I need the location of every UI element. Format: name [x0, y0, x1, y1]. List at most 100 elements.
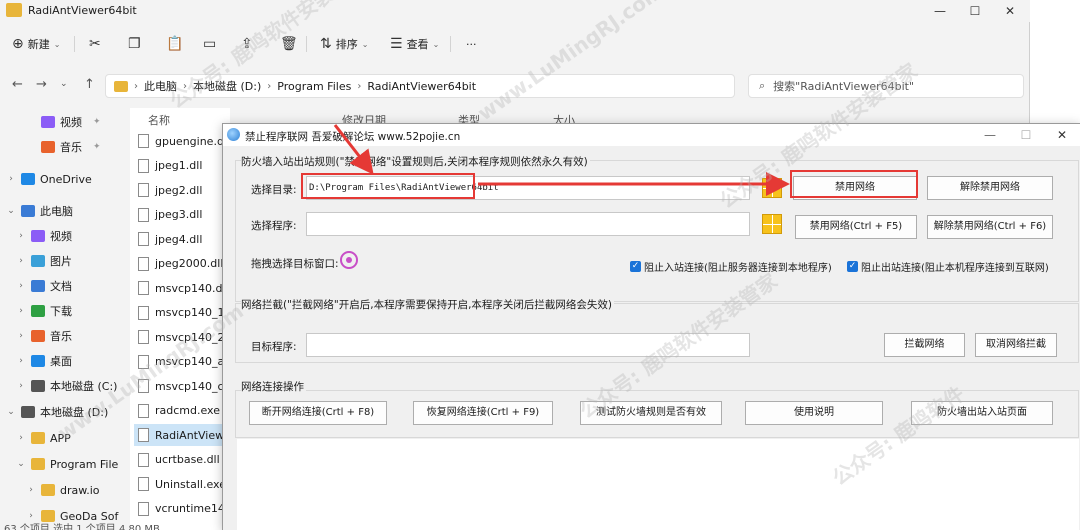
- up-arrow-icon[interactable]: ↑: [84, 77, 95, 92]
- chevron-right-icon[interactable]: ›: [16, 331, 26, 341]
- chevron-right-icon[interactable]: ›: [16, 306, 26, 316]
- sidebar-item[interactable]: 音乐 ✦: [26, 137, 101, 157]
- sidebar-item[interactable]: › draw.io: [26, 480, 99, 500]
- sidebar-item[interactable]: › 下载: [16, 301, 72, 321]
- paste-button[interactable]: 📋: [166, 34, 183, 54]
- sidebar-item-icon: [41, 141, 55, 153]
- target-program-input[interactable]: [306, 333, 750, 357]
- view-button[interactable]: ☰ 查看 ⌄: [390, 34, 439, 54]
- forward-arrow-icon[interactable]: →: [36, 77, 47, 92]
- chevron-right-icon[interactable]: ›: [16, 356, 26, 366]
- intercept-network-button[interactable]: 拦截网络: [884, 333, 965, 357]
- chevron-right-icon[interactable]: ›: [16, 281, 26, 291]
- back-arrow-icon[interactable]: ←: [12, 77, 23, 92]
- enable-network-button[interactable]: 解除禁用网络: [927, 176, 1053, 200]
- sidebar-item[interactable]: › 音乐: [16, 326, 72, 346]
- drag-target-label: 拖拽选择目标窗口:: [251, 258, 339, 270]
- delete-button[interactable]: 🗑: [280, 34, 298, 54]
- file-list: 名称 gpuengine.dll jpeg1.dll jpeg2.dll jpeg3.…: [130, 108, 238, 530]
- copy-button[interactable]: ❐: [128, 34, 141, 54]
- navigation-pane: 视频 ✦ 音乐 ✦ › OneDrive ⌄ 此电脑 › 视频 › 图片 › 文档 › 下载 › 音乐 › 桌面 › 本地…: [0, 108, 118, 530]
- chevron-right-icon[interactable]: ›: [26, 485, 36, 495]
- sidebar-item[interactable]: › OneDrive: [6, 169, 92, 189]
- firewall-page-button[interactable]: 防火墙出站入站页面: [911, 401, 1053, 425]
- sidebar-item[interactable]: › 视频: [16, 226, 72, 246]
- sidebar-item[interactable]: › 本地磁盘 (C:): [16, 376, 117, 396]
- chevron-down-icon[interactable]: ⌄: [6, 206, 16, 216]
- trash-icon: 🗑: [280, 36, 298, 52]
- sidebar-item-icon: [41, 484, 55, 496]
- file-name: jpeg3.dll: [155, 208, 203, 221]
- file-icon: [138, 207, 149, 222]
- breadcrumb-item[interactable]: RadiAntViewer64bit: [367, 80, 476, 93]
- cut-button[interactable]: ✂: [89, 34, 101, 54]
- chevron-right-icon[interactable]: ›: [6, 174, 16, 184]
- restore-network-button[interactable]: 恢复网络连接(Crtl + F9): [413, 401, 553, 425]
- dialog-maximize-button[interactable]: ☐: [1011, 126, 1041, 144]
- dir-label: 选择目录:: [251, 184, 297, 196]
- sidebar-item[interactable]: › APP: [16, 428, 71, 448]
- sidebar-item[interactable]: › 图片: [16, 251, 72, 271]
- toolbar-divider: [306, 36, 307, 52]
- sidebar-item[interactable]: 视频 ✦: [26, 112, 101, 132]
- status-bar: 63 个项目 选中 1 个项目 4.80 MB: [4, 524, 160, 530]
- chevron-right-icon[interactable]: ›: [16, 381, 26, 391]
- share-button[interactable]: ⇪: [241, 34, 253, 54]
- breadcrumb-item[interactable]: 本地磁盘 (D:): [193, 78, 261, 94]
- sidebar-item[interactable]: ⌄ 本地磁盘 (D:): [6, 402, 108, 422]
- block-inbound-checkbox[interactable]: ✓ 阻止入站连接(阻止服务器连接到本地程序): [630, 259, 832, 274]
- disable-network-hotkey-button[interactable]: 禁用网络(Ctrl + F5): [795, 215, 917, 239]
- dialog-minimize-button[interactable]: —: [975, 126, 1005, 144]
- block-inbound-label: 阻止入站连接(阻止服务器连接到本地程序): [644, 263, 832, 274]
- browse-folder-icon[interactable]: [762, 178, 782, 198]
- sidebar-item-icon: [31, 230, 45, 242]
- sidebar-item-label: APP: [50, 431, 71, 445]
- minimize-button[interactable]: —: [925, 2, 955, 20]
- sidebar-item[interactable]: ⌄ 此电脑: [6, 201, 73, 221]
- disable-network-button[interactable]: 禁用网络: [793, 176, 917, 200]
- recent-chevron-icon[interactable]: ⌄: [60, 79, 68, 89]
- chevron-down-icon[interactable]: ⌄: [16, 459, 26, 469]
- folder-icon: [6, 3, 22, 17]
- sidebar-item-icon: [31, 255, 45, 267]
- more-button[interactable]: ···: [466, 34, 477, 54]
- address-bar[interactable]: › 此电脑 › 本地磁盘 (D:) › Program Files › Radi…: [105, 74, 735, 98]
- dir-input[interactable]: D:\Program Files\RadiAntViewer64bit: [306, 176, 750, 200]
- file-row[interactable]: RadiAntViewer.: [134, 424, 230, 446]
- log-area: [237, 439, 1079, 530]
- chevron-right-icon[interactable]: ›: [16, 433, 26, 443]
- checkmark-icon: ✓: [630, 261, 641, 272]
- program-input[interactable]: [306, 212, 750, 236]
- search-box[interactable]: ⌕ 搜索"RadiAntViewer64bit": [748, 74, 1024, 98]
- file-icon: [138, 452, 149, 467]
- dialog-close-button[interactable]: ✕: [1047, 126, 1077, 144]
- sort-button[interactable]: ⇅ 排序 ⌄: [320, 34, 368, 54]
- chevron-right-icon[interactable]: ›: [16, 256, 26, 266]
- crosshair-target-icon[interactable]: [340, 251, 358, 269]
- rename-button[interactable]: ▭: [203, 34, 216, 54]
- search-placeholder: 搜索"RadiAntViewer64bit": [773, 80, 915, 93]
- sidebar-item[interactable]: › 文档: [16, 276, 72, 296]
- disconnect-network-button[interactable]: 断开网络连接(Crtl + F8): [249, 401, 387, 425]
- test-firewall-button[interactable]: 测试防火墙规则是否有效: [580, 401, 722, 425]
- help-button[interactable]: 使用说明: [745, 401, 883, 425]
- chevron-down-icon[interactable]: ⌄: [6, 407, 16, 417]
- browse-program-icon[interactable]: [762, 214, 782, 234]
- breadcrumb-item[interactable]: 此电脑: [144, 78, 177, 94]
- window-title: RadiAntViewer64bit: [28, 4, 137, 17]
- column-header-name[interactable]: 名称: [148, 112, 170, 128]
- close-button[interactable]: ✕: [995, 2, 1025, 20]
- sidebar-item[interactable]: › 桌面: [16, 351, 72, 371]
- dialog-title: 禁止程序联网 吾爱破解论坛 www.52pojie.cn: [245, 131, 461, 143]
- file-name: radcmd.exe: [155, 404, 221, 417]
- new-button[interactable]: ⊕ 新建 ⌄: [12, 34, 60, 54]
- sidebar-item[interactable]: ⌄ Program File: [16, 454, 118, 474]
- enable-network-hotkey-button[interactable]: 解除禁用网络(Ctrl + F6): [927, 215, 1053, 239]
- breadcrumb-item[interactable]: Program Files: [277, 80, 351, 93]
- file-icon: [138, 232, 149, 246]
- block-outbound-checkbox[interactable]: ✓ 阻止出站连接(阻止本机程序连接到互联网): [847, 259, 1049, 274]
- chevron-right-icon[interactable]: ›: [16, 231, 26, 241]
- cancel-intercept-button[interactable]: 取消网络拦截: [975, 333, 1057, 357]
- maximize-button[interactable]: ☐: [960, 2, 990, 20]
- sidebar-item-label: 文档: [50, 280, 72, 293]
